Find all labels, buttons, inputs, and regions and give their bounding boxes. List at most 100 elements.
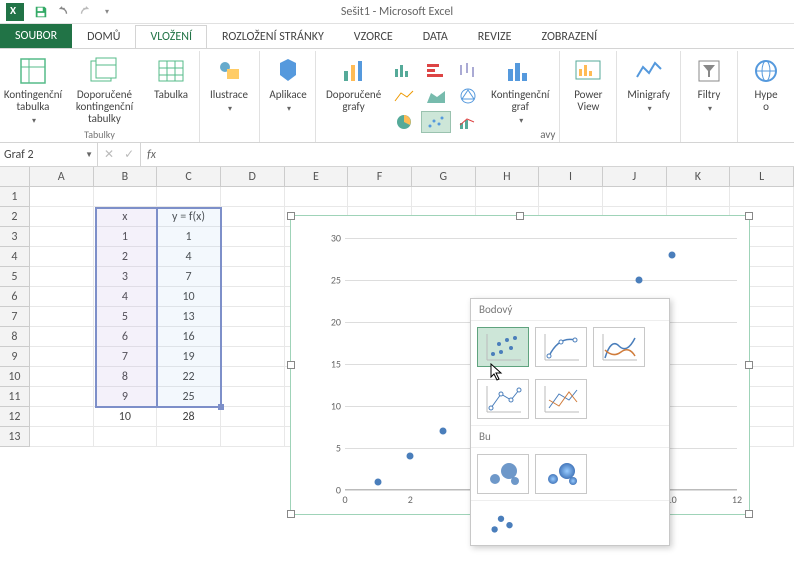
cell[interactable]: 16: [157, 327, 221, 347]
area-chart-button[interactable]: [421, 85, 451, 107]
cell[interactable]: [221, 227, 285, 247]
cell[interactable]: [412, 187, 476, 207]
radar-chart-button[interactable]: [453, 85, 483, 107]
stock-chart-button[interactable]: [453, 59, 483, 81]
power-view-button[interactable]: Power View: [566, 53, 610, 115]
cell[interactable]: y = f(x): [157, 207, 221, 227]
cell[interactable]: x: [94, 207, 158, 227]
cell[interactable]: [539, 187, 603, 207]
cell[interactable]: [30, 307, 94, 327]
cell[interactable]: [30, 247, 94, 267]
data-point[interactable]: [668, 251, 675, 258]
col-header[interactable]: E: [285, 167, 349, 187]
col-header[interactable]: B: [94, 167, 158, 187]
cell[interactable]: 3: [94, 267, 158, 287]
data-point[interactable]: [636, 277, 643, 284]
undo-button[interactable]: [53, 2, 73, 22]
row-header[interactable]: 8: [0, 327, 30, 347]
col-header[interactable]: C: [157, 167, 221, 187]
cell[interactable]: [221, 387, 285, 407]
cell[interactable]: 2: [94, 247, 158, 267]
enter-icon[interactable]: ✓: [124, 147, 134, 162]
cell[interactable]: [221, 347, 285, 367]
col-header[interactable]: A: [30, 167, 94, 187]
cell[interactable]: [94, 427, 158, 447]
line-chart-button[interactable]: [389, 85, 419, 107]
resize-handle[interactable]: [745, 510, 753, 518]
scatter-lines-markers-option[interactable]: [477, 379, 529, 419]
cell[interactable]: 1: [157, 227, 221, 247]
data-point[interactable]: [407, 453, 414, 460]
bubble-3d-option[interactable]: [535, 454, 587, 494]
bar-chart-button[interactable]: [421, 59, 451, 81]
name-box[interactable]: Graf 2 ▼: [0, 143, 98, 166]
table-button[interactable]: Tabulka: [149, 53, 193, 103]
resize-handle[interactable]: [516, 212, 524, 220]
cell[interactable]: [30, 387, 94, 407]
cell[interactable]: [30, 287, 94, 307]
cell[interactable]: [667, 187, 731, 207]
bubble-chart-option[interactable]: [477, 454, 529, 494]
cell[interactable]: [157, 427, 221, 447]
cell[interactable]: 4: [94, 287, 158, 307]
cell[interactable]: 13: [157, 307, 221, 327]
row-header[interactable]: 4: [0, 247, 30, 267]
col-header[interactable]: F: [348, 167, 412, 187]
cell[interactable]: 28: [157, 407, 221, 427]
cell[interactable]: 19: [157, 347, 221, 367]
pivot-table-button[interactable]: Kontingenční tabulka: [6, 53, 60, 129]
cell[interactable]: 4: [157, 247, 221, 267]
row-header[interactable]: 9: [0, 347, 30, 367]
tab-home[interactable]: DOMŮ: [72, 25, 135, 48]
resize-handle[interactable]: [287, 510, 295, 518]
tab-view[interactable]: ZOBRAZENÍ: [526, 25, 612, 48]
col-header[interactable]: K: [667, 167, 731, 187]
cell[interactable]: [30, 207, 94, 227]
row-header[interactable]: 12: [0, 407, 30, 427]
cell[interactable]: [30, 327, 94, 347]
cell[interactable]: 1: [94, 227, 158, 247]
col-header[interactable]: D: [221, 167, 285, 187]
redo-button[interactable]: [75, 2, 95, 22]
hyperlink-button[interactable]: Hype o: [744, 53, 788, 115]
cell[interactable]: [221, 327, 285, 347]
cell[interactable]: 7: [157, 267, 221, 287]
scatter-smooth-markers-option[interactable]: [535, 327, 587, 367]
cell[interactable]: [221, 427, 285, 447]
cell[interactable]: [285, 187, 349, 207]
col-header[interactable]: L: [730, 167, 794, 187]
sparklines-button[interactable]: Minigrafy: [623, 53, 674, 117]
select-all-button[interactable]: [0, 167, 30, 187]
row-header[interactable]: 5: [0, 267, 30, 287]
cell[interactable]: 10: [157, 287, 221, 307]
row-header[interactable]: 7: [0, 307, 30, 327]
cell[interactable]: [221, 287, 285, 307]
row-header[interactable]: 11: [0, 387, 30, 407]
col-header[interactable]: J: [603, 167, 667, 187]
cell[interactable]: 7: [94, 347, 158, 367]
row-header[interactable]: 6: [0, 287, 30, 307]
tab-page-layout[interactable]: ROZLOŽENÍ STRÁNKY: [207, 25, 339, 48]
cell[interactable]: [30, 367, 94, 387]
cell[interactable]: [348, 187, 412, 207]
cell[interactable]: [30, 407, 94, 427]
qat-customize[interactable]: ▾: [97, 2, 117, 22]
cell[interactable]: [221, 267, 285, 287]
row-header[interactable]: 1: [0, 187, 30, 207]
cell[interactable]: [30, 347, 94, 367]
resize-handle[interactable]: [745, 361, 753, 369]
cell[interactable]: [221, 207, 285, 227]
scatter-lines-option[interactable]: [535, 379, 587, 419]
tab-insert[interactable]: VLOŽENÍ: [135, 25, 207, 48]
cell[interactable]: [221, 307, 285, 327]
cell[interactable]: [94, 187, 158, 207]
cell[interactable]: [603, 187, 667, 207]
resize-handle[interactable]: [745, 212, 753, 220]
cell[interactable]: 22: [157, 367, 221, 387]
cell[interactable]: 25: [157, 387, 221, 407]
apps-button[interactable]: Aplikace: [266, 53, 310, 117]
col-header[interactable]: H: [476, 167, 540, 187]
scatter-smooth-option[interactable]: [593, 327, 645, 367]
illustrations-button[interactable]: Ilustrace: [206, 53, 252, 117]
cell[interactable]: 8: [94, 367, 158, 387]
